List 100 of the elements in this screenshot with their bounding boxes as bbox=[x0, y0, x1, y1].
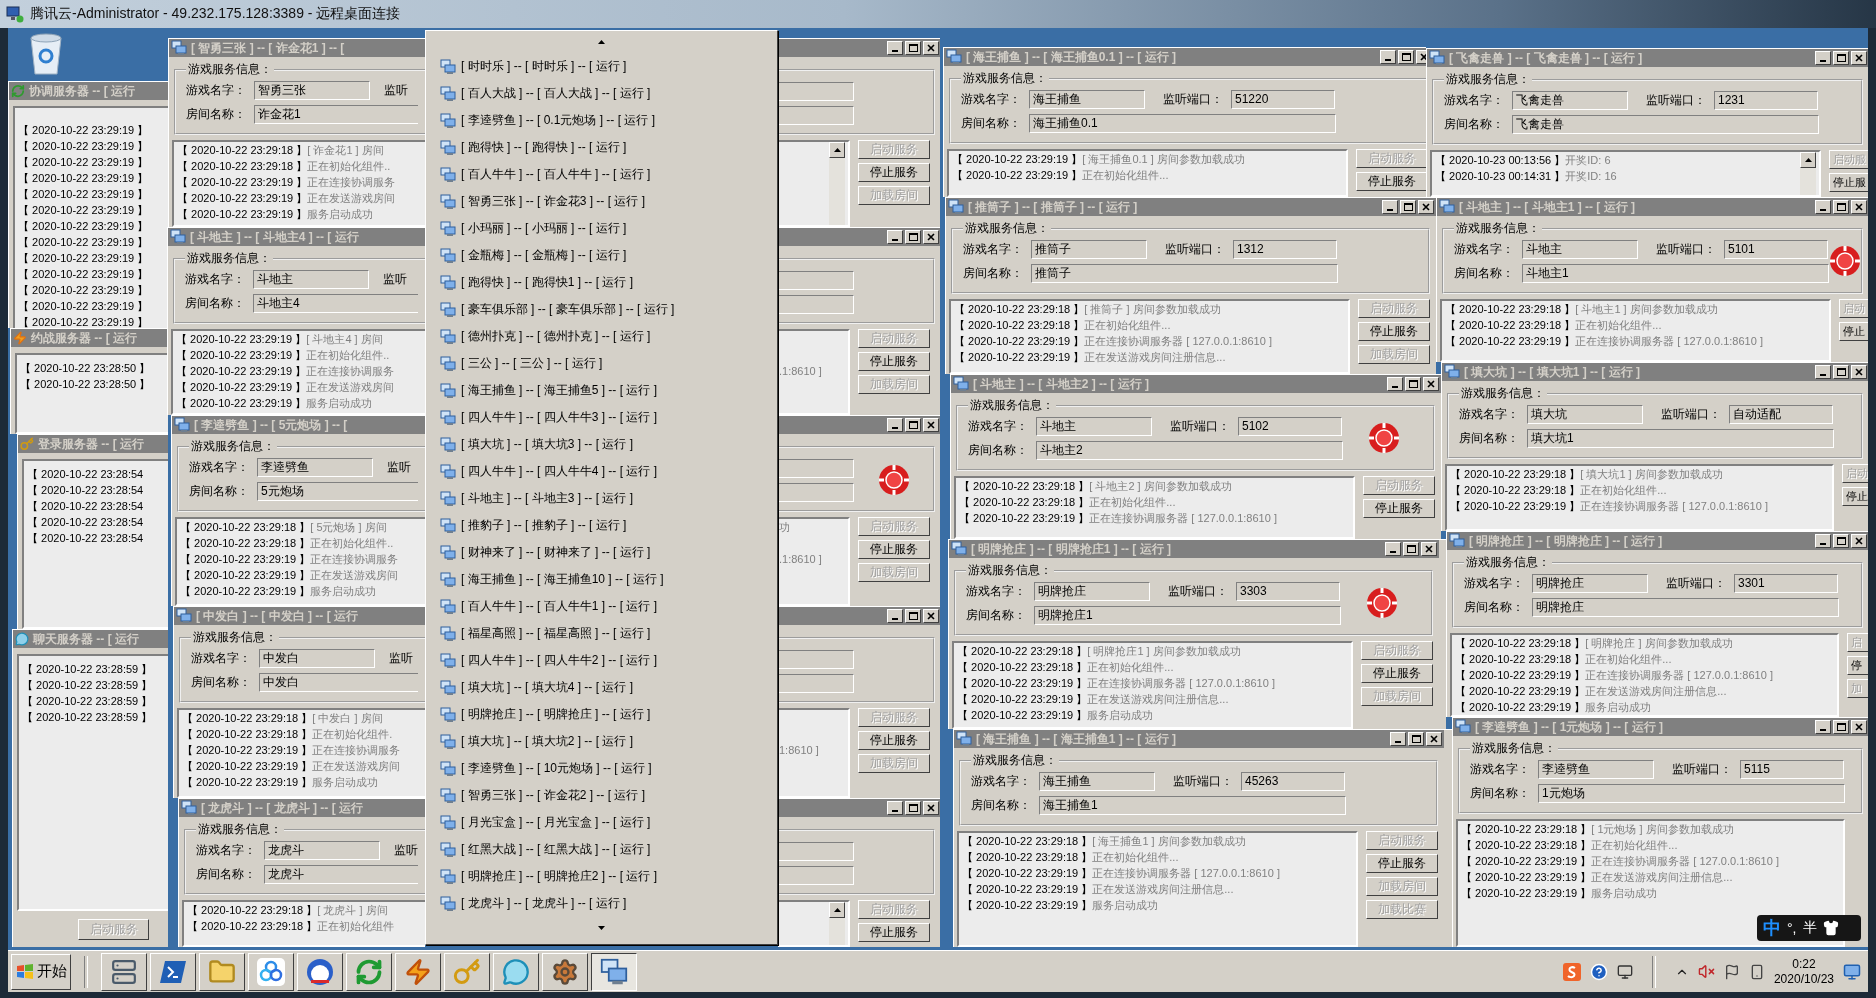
menu-item[interactable]: [ 斗地主 ] -- [ 斗地主3 ] -- [ 运行 ] bbox=[426, 485, 777, 512]
scrollbar[interactable] bbox=[1800, 152, 1816, 195]
help-icon[interactable] bbox=[1589, 962, 1608, 981]
close-button[interactable] bbox=[1421, 542, 1437, 556]
game-name-field[interactable]: 海王捕鱼 bbox=[1029, 89, 1145, 109]
flag-icon[interactable] bbox=[1723, 963, 1740, 980]
port-field[interactable]: 3301 bbox=[1734, 573, 1838, 593]
command-button[interactable]: 停止服务 bbox=[858, 923, 930, 942]
maximize-button[interactable] bbox=[1398, 50, 1414, 64]
command-button[interactable]: 停止服务 bbox=[1361, 664, 1433, 683]
room-name-field[interactable] bbox=[779, 294, 854, 314]
menu-item[interactable]: [ 四人牛牛 ] -- [ 四人牛牛2 ] -- [ 运行 ] bbox=[426, 647, 777, 674]
port-field[interactable] bbox=[779, 649, 854, 669]
input-mode[interactable]: 中 bbox=[1763, 916, 1781, 940]
maximize-button[interactable] bbox=[905, 418, 921, 432]
minimize-button[interactable] bbox=[1815, 534, 1831, 548]
scroll-up-arrow-icon[interactable] bbox=[833, 908, 841, 912]
menu-item[interactable]: [ 海王捕鱼 ] -- [ 海王捕鱼5 ] -- [ 运行 ] bbox=[426, 377, 777, 404]
minimize-button[interactable] bbox=[1390, 732, 1406, 746]
menu-item[interactable]: [ 跑得快 ] -- [ 跑得快 ] -- [ 运行 ] bbox=[426, 134, 777, 161]
maximize-button[interactable] bbox=[1403, 542, 1419, 556]
menu-item[interactable]: [ 明牌抢庄 ] -- [ 明牌抢庄 ] -- [ 运行 ] bbox=[426, 701, 777, 728]
close-button[interactable] bbox=[1851, 200, 1867, 214]
minimize-button[interactable] bbox=[1382, 200, 1398, 214]
maximize-button[interactable] bbox=[1833, 720, 1849, 734]
maximize-button[interactable] bbox=[1400, 200, 1416, 214]
room-name-field[interactable] bbox=[779, 673, 854, 693]
port-field[interactable]: 3303 bbox=[1236, 581, 1340, 601]
scroll-up-arrow-icon[interactable] bbox=[833, 148, 841, 152]
command-button[interactable]: 停止服务 bbox=[1366, 854, 1438, 873]
close-button[interactable] bbox=[923, 609, 939, 623]
minimize-button[interactable] bbox=[1815, 720, 1831, 734]
width-mode[interactable]: 半 bbox=[1802, 919, 1817, 937]
port-field[interactable]: 1312 bbox=[1233, 239, 1337, 259]
maximize-button[interactable] bbox=[905, 41, 921, 55]
menu-item[interactable]: [ 明牌抢庄 ] -- [ 明牌抢庄2 ] -- [ 运行 ] bbox=[426, 863, 777, 890]
room-name-field[interactable] bbox=[779, 865, 854, 885]
input-method-bar[interactable]: 中 °, 半 bbox=[1757, 915, 1861, 941]
start-button[interactable]: 开始 bbox=[11, 953, 71, 990]
game-name-field[interactable]: 推筒子 bbox=[1031, 239, 1147, 259]
game-name-field[interactable]: 斗地主 bbox=[1522, 239, 1638, 259]
menu-item[interactable]: [ 豪车俱乐部 ] -- [ 豪车俱乐部 ] -- [ 运行 ] bbox=[426, 296, 777, 323]
minimize-button[interactable] bbox=[887, 41, 903, 55]
minimize-button[interactable] bbox=[1385, 542, 1401, 556]
maximize-button[interactable] bbox=[1405, 377, 1421, 391]
menu-item[interactable]: [ 福星高照 ] -- [ 福星高照 ] -- [ 运行 ] bbox=[426, 620, 777, 647]
maximize-button[interactable] bbox=[1408, 732, 1424, 746]
minimize-button[interactable] bbox=[887, 418, 903, 432]
game-name-field[interactable]: 填大坑 bbox=[1527, 404, 1643, 424]
menu-item[interactable]: [ 百人大战 ] -- [ 百人大战 ] -- [ 运行 ] bbox=[426, 80, 777, 107]
room-name-field[interactable]: 斗地主4 bbox=[253, 293, 418, 313]
menu-item[interactable]: [ 百人牛牛 ] -- [ 百人牛牛 ] -- [ 运行 ] bbox=[426, 161, 777, 188]
room-name-field[interactable]: 海王捕鱼0.1 bbox=[1029, 113, 1336, 133]
room-name-field[interactable]: 海王捕鱼1 bbox=[1039, 795, 1346, 815]
game-name-field[interactable]: 李逵劈鱼 bbox=[1538, 759, 1654, 779]
speaker-muted-icon[interactable] bbox=[1697, 963, 1715, 980]
game-name-field[interactable]: 龙虎斗 bbox=[264, 840, 380, 860]
minimize-button[interactable] bbox=[1815, 200, 1831, 214]
command-button[interactable]: 停止 bbox=[1839, 322, 1868, 341]
menu-item[interactable]: [ 四人牛牛 ] -- [ 四人牛牛3 ] -- [ 运行 ] bbox=[426, 404, 777, 431]
room-name-field[interactable]: 斗地主2 bbox=[1036, 440, 1343, 460]
menu-item[interactable]: [ 李逵劈鱼 ] -- [ 10元炮场 ] -- [ 运行 ] bbox=[426, 755, 777, 782]
scroll-up-arrow-icon[interactable] bbox=[1804, 158, 1812, 162]
command-button[interactable]: 停止服 bbox=[1829, 173, 1868, 192]
port-field[interactable]: 45263 bbox=[1241, 771, 1345, 791]
menu-item[interactable]: [ 龙虎斗 ] -- [ 龙虎斗 ] -- [ 运行 ] bbox=[426, 890, 777, 917]
command-button[interactable]: 停止服务 bbox=[1356, 172, 1426, 191]
minimize-button[interactable] bbox=[1815, 365, 1831, 379]
menu-item[interactable]: [ 智勇三张 ] -- [ 诈金花3 ] -- [ 运行 ] bbox=[426, 188, 777, 215]
maximize-button[interactable] bbox=[905, 230, 921, 244]
game-name-field[interactable]: 明牌抢庄 bbox=[1034, 581, 1150, 601]
room-name-field[interactable]: 1元炮场 bbox=[1538, 783, 1845, 803]
command-button[interactable]: 停止服务 bbox=[858, 540, 930, 559]
room-name-field[interactable]: 明牌抢庄1 bbox=[1034, 605, 1341, 625]
punctuation-mode[interactable]: °, bbox=[1787, 920, 1797, 936]
minimize-button[interactable] bbox=[1380, 50, 1396, 64]
command-button[interactable]: 停止服务 bbox=[858, 163, 930, 182]
room-name-field[interactable]: 斗地主1 bbox=[1522, 263, 1829, 283]
game-name-field[interactable]: 李逵劈鱼 bbox=[257, 457, 373, 477]
close-button[interactable] bbox=[1851, 365, 1867, 379]
room-name-field[interactable]: 诈金花1 bbox=[254, 104, 418, 124]
close-button[interactable] bbox=[923, 230, 939, 244]
menu-item[interactable]: [ 填大坑 ] -- [ 填大坑4 ] -- [ 运行 ] bbox=[426, 674, 777, 701]
room-name-field[interactable]: 中发白 bbox=[259, 672, 418, 692]
menu-item[interactable]: [ 时时乐 ] -- [ 时时乐 ] -- [ 运行 ] bbox=[426, 53, 777, 80]
room-name-field[interactable]: 龙虎斗 bbox=[264, 864, 418, 884]
recycle-bin-icon[interactable] bbox=[28, 32, 64, 76]
maximize-button[interactable] bbox=[1833, 200, 1849, 214]
scroll-up-arrow-icon[interactable] bbox=[598, 40, 605, 44]
menu-item[interactable]: [ 推豹子 ] -- [ 推豹子 ] -- [ 运行 ] bbox=[426, 512, 777, 539]
command-button[interactable]: 停止 bbox=[1842, 487, 1868, 506]
room-name-field[interactable]: 飞禽走兽 bbox=[1512, 114, 1819, 134]
close-button[interactable] bbox=[923, 801, 939, 815]
close-button[interactable] bbox=[1423, 377, 1439, 391]
menu-item[interactable]: [ 李逵劈鱼 ] -- [ 0.1元炮场 ] -- [ 运行 ] bbox=[426, 107, 777, 134]
minimize-button[interactable] bbox=[1387, 377, 1403, 391]
port-field[interactable] bbox=[779, 841, 854, 861]
game-name-field[interactable]: 智勇三张 bbox=[254, 80, 370, 100]
menu-item[interactable]: [ 百人牛牛 ] -- [ 百人牛牛1 ] -- [ 运行 ] bbox=[426, 593, 777, 620]
port-field[interactable] bbox=[779, 270, 854, 290]
